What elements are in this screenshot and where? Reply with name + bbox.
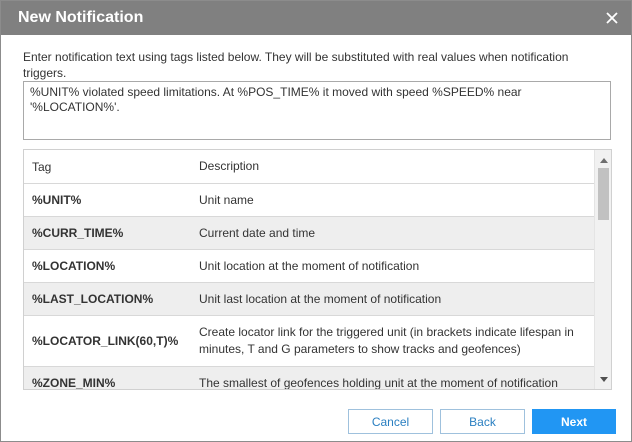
next-button[interactable]: Next	[532, 409, 616, 434]
tag-cell: %ZONE_MIN%	[32, 376, 116, 390]
dialog-titlebar: New Notification	[1, 1, 631, 35]
description-cell: Unit name	[199, 192, 254, 207]
tags-table: Tag Description %UNIT% Unit name %CURR_T…	[23, 149, 612, 390]
table-row[interactable]: %LOCATOR_LINK(60,T)% Create locator link…	[24, 316, 594, 367]
table-row[interactable]: %CURR_TIME% Current date and time	[24, 217, 594, 250]
table-row[interactable]: %ZONE_MIN% The smallest of geofences hol…	[24, 367, 594, 390]
scroll-down-arrow-icon[interactable]	[595, 371, 611, 387]
tag-cell: %LOCATOR_LINK(60,T)%	[32, 334, 179, 348]
scrollbar-thumb[interactable]	[598, 168, 609, 220]
notification-text-input[interactable]: %UNIT% violated speed limitations. At %P…	[23, 81, 611, 140]
description-cell: Unit location at the moment of notificat…	[199, 258, 420, 273]
dialog-title: New Notification	[18, 9, 144, 26]
tag-cell: %CURR_TIME%	[32, 226, 124, 240]
scroll-up-arrow-icon[interactable]	[595, 152, 611, 168]
tags-table-rows: Tag Description %UNIT% Unit name %CURR_T…	[24, 150, 594, 390]
instructions-text: Enter notification text using tags liste…	[23, 50, 569, 80]
description-cell: Create locator link for the triggered un…	[199, 325, 574, 356]
table-row[interactable]: %LOCATION% Unit location at the moment o…	[24, 250, 594, 283]
column-header-tag: Tag	[32, 159, 52, 174]
tag-cell: %UNIT%	[32, 193, 82, 207]
cancel-button[interactable]: Cancel	[348, 409, 433, 434]
tag-cell: %LAST_LOCATION%	[32, 292, 154, 306]
table-row[interactable]: %LAST_LOCATION% Unit last location at th…	[24, 283, 594, 316]
new-notification-dialog: New Notification Enter notification text…	[0, 0, 632, 442]
description-cell: The smallest of geofences holding unit a…	[199, 375, 558, 390]
table-scrollbar[interactable]	[594, 150, 611, 389]
table-header-row: Tag Description	[24, 150, 594, 184]
tag-cell: %LOCATION%	[32, 259, 116, 273]
description-cell: Unit last location at the moment of noti…	[199, 291, 442, 306]
table-row[interactable]: %UNIT% Unit name	[24, 184, 594, 217]
column-header-description: Description	[199, 159, 260, 173]
description-cell: Current date and time	[199, 225, 316, 240]
back-button[interactable]: Back	[440, 409, 525, 434]
close-icon[interactable]	[603, 9, 621, 27]
